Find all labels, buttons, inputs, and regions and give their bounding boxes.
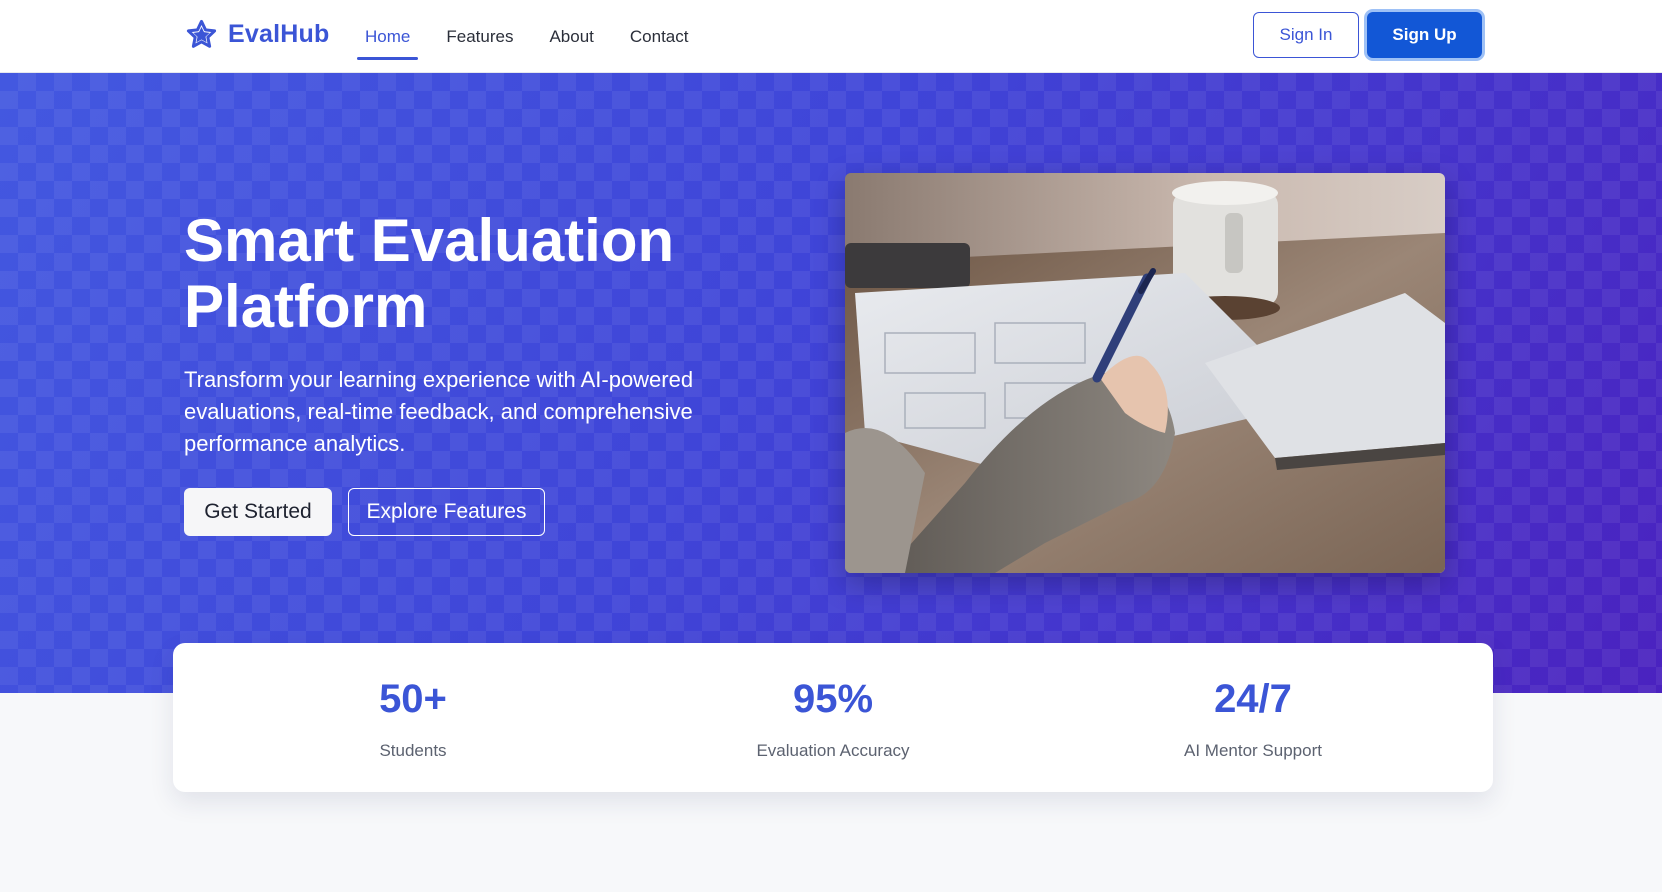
brand-logo[interactable]: EvalHub <box>185 16 329 52</box>
sign-in-button[interactable]: Sign In <box>1253 12 1359 58</box>
stat-value: 24/7 <box>1214 677 1292 721</box>
stat-students: 50+ Students <box>203 643 623 792</box>
hero-title-line1: Smart Evaluation <box>184 207 675 274</box>
stat-label: AI Mentor Support <box>1184 741 1322 760</box>
stat-value: 95% <box>792 677 874 721</box>
hero-subtitle: Transform your learning experience with … <box>184 367 694 456</box>
sign-up-button[interactable]: Sign Up <box>1367 12 1482 58</box>
nav-link-about[interactable]: About <box>541 0 601 73</box>
nav-link-contact[interactable]: Contact <box>622 0 697 73</box>
stat-ai-mentor-support: 24/7 AI Mentor Support <box>1043 643 1463 792</box>
hero-image <box>845 173 1445 573</box>
explore-features-button[interactable]: Explore Features <box>348 488 545 536</box>
stat-label: Evaluation Accuracy <box>756 741 910 760</box>
main-nav: Home Features About Contact <box>357 0 716 73</box>
stats-card: 50+ Students 95% Evaluation Accuracy 24/… <box>173 643 1493 792</box>
brand-name: EvalHub <box>228 19 330 48</box>
hero-section: Smart Evaluation Platform Transform your… <box>0 73 1662 693</box>
person-writing-photo <box>845 173 1445 573</box>
hero-title: Smart Evaluation Platform <box>184 208 744 340</box>
hero-title-line2: Platform <box>184 273 428 340</box>
nav-link-home[interactable]: Home <box>357 0 419 73</box>
stat-value: 50+ <box>379 677 447 721</box>
navbar: EvalHub Home Features About Contact Sign… <box>0 0 1662 73</box>
get-started-button[interactable]: Get Started <box>184 488 332 536</box>
nav-link-features[interactable]: Features <box>438 0 521 73</box>
stat-label: Students <box>379 741 447 760</box>
stat-evaluation-accuracy: 95% Evaluation Accuracy <box>623 643 1043 792</box>
star-icon <box>186 19 217 48</box>
